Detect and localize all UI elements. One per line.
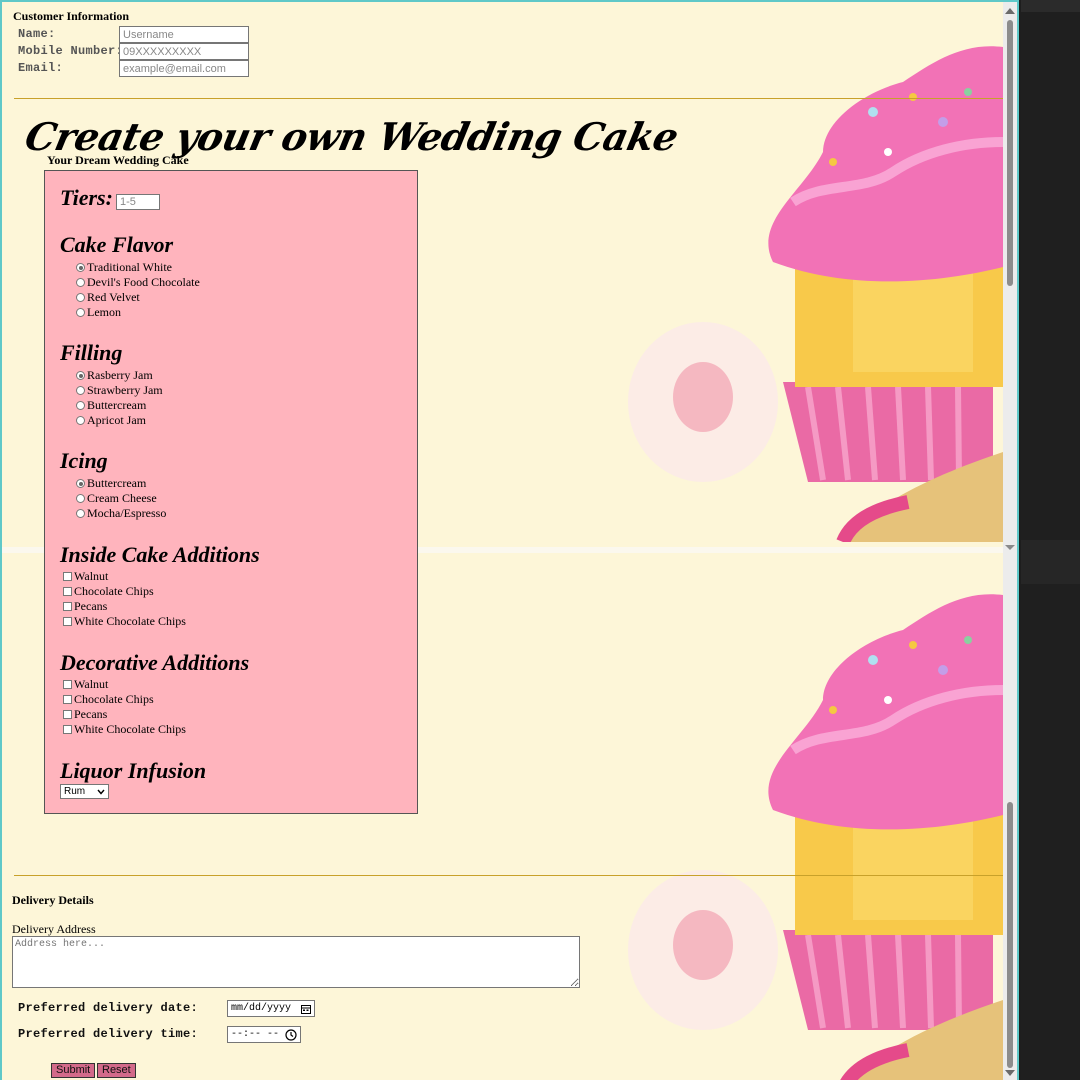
vertical-scrollbar[interactable] [1003,2,1017,1080]
decorative-additions-title: Decorative Additions [60,650,250,675]
cupcake-background-image [628,594,1003,1080]
browser-viewport: Customer Information Name: Mobile Number… [0,0,1019,1080]
liquor-infusion-title: Liquor Infusion [60,758,207,783]
flavor-option[interactable]: Devil's Food Chocolate [76,275,200,290]
decorative-addition-option[interactable]: Chocolate Chips [63,692,154,707]
chevron-down-icon [97,789,105,795]
icing-title: Icing [60,448,108,473]
mobile-label: Mobile Number: [18,44,124,58]
email-input[interactable] [119,60,249,77]
checkbox[interactable] [63,680,72,689]
filling-option[interactable]: Apricot Jam [76,413,146,428]
customer-info-heading: Customer Information [13,9,130,23]
delivery-date-label: Preferred delivery date: [18,1001,199,1015]
cake-options-form: Tiers: Cake Flavor Traditional White Dev… [44,170,418,814]
mobile-input[interactable] [119,43,249,60]
radio-selected[interactable] [76,263,85,272]
radio[interactable] [76,293,85,302]
inside-addition-option[interactable]: Chocolate Chips [63,584,154,599]
inside-addition-option[interactable]: Walnut [63,569,108,584]
delivery-date-input[interactable]: mm/dd/yyyy [227,1000,315,1017]
submit-button[interactable]: Submit [51,1063,96,1078]
scroll-up-arrow-icon[interactable] [1005,8,1015,14]
liquor-select[interactable]: Rum [60,784,109,799]
checkbox[interactable] [63,695,72,704]
radio[interactable] [76,308,85,317]
radio[interactable] [76,401,85,410]
scroll-thumb[interactable] [1007,802,1013,1068]
checkbox[interactable] [63,710,72,719]
delivery-time-label: Preferred delivery time: [18,1027,199,1041]
tiers-input[interactable] [116,194,160,210]
clock-icon[interactable] [285,1028,297,1041]
inside-addition-option[interactable]: Pecans [63,599,107,614]
decorative-addition-option[interactable]: White Chocolate Chips [63,722,186,737]
checkbox[interactable] [63,587,72,596]
checkbox[interactable] [63,602,72,611]
radio[interactable] [76,386,85,395]
checkbox[interactable] [63,725,72,734]
form-subheading: Your Dream Wedding Cake [47,153,189,167]
inside-additions-title: Inside Cake Additions [60,542,260,567]
panel-strip [1021,0,1080,12]
filling-option[interactable]: Buttercream [76,398,146,413]
icing-option[interactable]: Cream Cheese [76,491,157,506]
icing-option[interactable]: Mocha/Espresso [76,506,166,521]
cupcake-background-image [628,46,1003,542]
panel-strip [1021,540,1080,584]
delivery-address-textarea[interactable] [12,936,580,988]
flavor-option[interactable]: Traditional White [76,260,172,275]
delivery-heading: Delivery Details [12,893,94,907]
divider [14,875,1004,876]
scroll-down-arrow-icon[interactable] [1005,545,1015,550]
radio[interactable] [76,509,85,518]
delivery-address-label: Delivery Address [12,922,96,936]
inside-addition-option[interactable]: White Chocolate Chips [63,614,186,629]
scroll-thumb[interactable] [1007,20,1013,286]
delivery-time-input[interactable]: --:-- -- [227,1026,301,1043]
filling-option[interactable]: Rasberry Jam [76,368,153,383]
calendar-icon[interactable] [301,1004,311,1014]
flavor-option[interactable]: Red Velvet [76,290,140,305]
radio[interactable] [76,416,85,425]
cake-flavor-title: Cake Flavor [60,232,174,257]
name-label: Name: [18,27,56,41]
name-input[interactable] [119,26,249,43]
checkbox[interactable] [63,572,72,581]
radio[interactable] [76,278,85,287]
tiers-label: Tiers: [60,185,113,210]
radio-selected[interactable] [76,479,85,488]
reset-button[interactable]: Reset [97,1063,136,1078]
flavor-option[interactable]: Lemon [76,305,121,320]
icing-option[interactable]: Buttercream [76,476,146,491]
radio[interactable] [76,494,85,503]
filling-option[interactable]: Strawberry Jam [76,383,163,398]
decorative-addition-option[interactable]: Walnut [63,677,108,692]
email-label: Email: [18,61,64,75]
scroll-down-arrow-icon[interactable] [1005,1070,1015,1076]
side-panel [1021,0,1080,1080]
radio-selected[interactable] [76,371,85,380]
decorative-addition-option[interactable]: Pecans [63,707,107,722]
divider [14,98,1004,99]
checkbox[interactable] [63,617,72,626]
filling-title: Filling [60,340,123,365]
